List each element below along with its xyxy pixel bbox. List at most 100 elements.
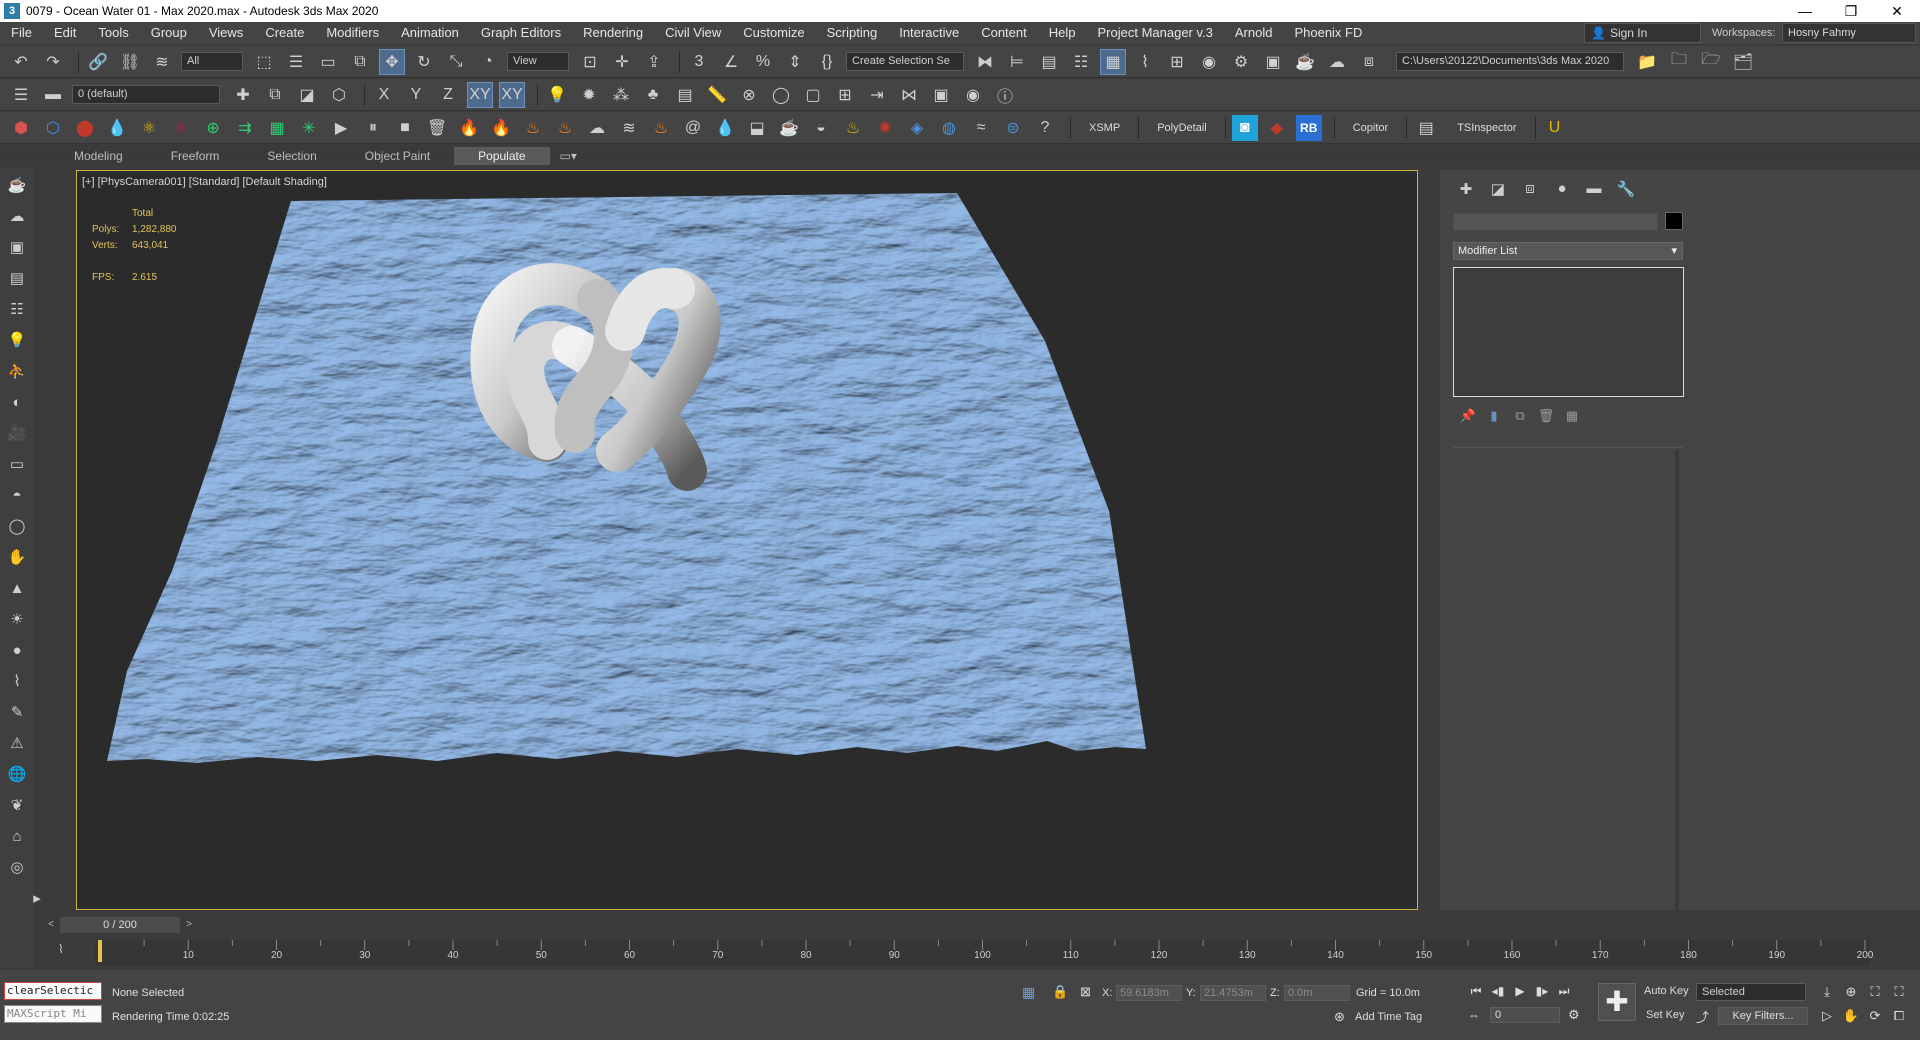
reference-coordinate-dropdown[interactable]: View	[507, 52, 569, 71]
red-splash-icon[interactable]: ✺	[872, 115, 898, 141]
modifier-list-dropdown[interactable]: Modifier List ▾	[1453, 242, 1683, 260]
key-mode-toggle-icon[interactable]: ⇔	[1468, 1008, 1480, 1022]
window-crossing-icon[interactable]: ⧉	[347, 49, 373, 75]
place-icon[interactable]: ◔	[475, 49, 501, 75]
dome-icon[interactable]: ◓	[6, 484, 28, 506]
create-tab-icon[interactable]: ✚	[1450, 180, 1482, 198]
ruler-icon[interactable]: 📏	[704, 82, 730, 108]
unlink-icon[interactable]: ⛓	[117, 49, 143, 75]
time-slider-next-button[interactable]: >	[182, 917, 196, 933]
candle-icon[interactable]: ♨	[840, 115, 866, 141]
tab-selection[interactable]: Selection	[243, 147, 340, 165]
link-icon[interactable]: 🔗	[85, 49, 111, 75]
mesh-icon[interactable]: ⬡	[40, 115, 66, 141]
current-layer-dropdown[interactable]: 0 (default)	[72, 85, 220, 104]
undo-icon[interactable]: ↶	[8, 49, 34, 75]
select-move-icon[interactable]: ✥	[379, 48, 405, 75]
modify-tab-icon[interactable]: ◪	[1482, 180, 1514, 198]
command-panel-scrollbar[interactable]	[1675, 450, 1679, 910]
menu-graph-editors[interactable]: Graph Editors	[470, 22, 572, 44]
flame-right-icon[interactable]: ♨	[552, 115, 578, 141]
stairs-icon[interactable]: ⌇	[6, 670, 28, 692]
orbit-icon[interactable]: ◎	[6, 856, 28, 878]
ring-icon[interactable]: ◯	[768, 82, 794, 108]
play-animation-icon[interactable]: ▶	[1509, 984, 1531, 999]
pivot-center-icon[interactable]: ⊡	[577, 49, 603, 75]
mini-curve-editor-icon[interactable]: ⌇	[58, 942, 64, 956]
smoke-icon[interactable]: ☁	[584, 115, 610, 141]
axis-y-button[interactable]: Y	[403, 82, 429, 108]
material-editor-icon[interactable]: ◉	[1196, 49, 1222, 75]
motion-tab-icon[interactable]: ●	[1546, 180, 1578, 198]
rect-selection-region-icon[interactable]: ▭	[315, 49, 341, 75]
render-setup-icon[interactable]: ⚙	[1228, 49, 1254, 75]
copitor-button[interactable]: Copitor	[1341, 122, 1400, 134]
swirl-icon[interactable]: @	[680, 115, 706, 141]
wind-icon[interactable]: ≋	[616, 115, 642, 141]
project-folder-add-icon[interactable]: 🗀	[1666, 49, 1692, 75]
rotate-view-icon[interactable]: ◐	[6, 391, 28, 413]
menu-interactive[interactable]: Interactive	[888, 22, 970, 44]
image-icon[interactable]: ▣	[6, 236, 28, 258]
select-manipulate-icon[interactable]: ✛	[609, 49, 635, 75]
flame-left-icon[interactable]: ♨	[520, 115, 546, 141]
object-color-swatch[interactable]	[1665, 212, 1683, 230]
maxscript-listener-line[interactable]: clearSelectic	[4, 982, 102, 1000]
absolute-mode-icon[interactable]: ⊠	[1080, 984, 1091, 1000]
tab-modeling[interactable]: Modeling	[50, 147, 147, 165]
fire-icon[interactable]: 🔥	[456, 115, 482, 141]
screen-icon[interactable]: ▢	[800, 82, 826, 108]
cube-plugin-icon[interactable]: ◙	[1231, 114, 1258, 141]
layer-stack-icon[interactable]: ⧉	[262, 82, 288, 108]
project-folder-open-icon[interactable]: 🗁	[1698, 49, 1724, 75]
blue-drop-icon[interactable]: ◍	[936, 115, 962, 141]
sign-in-button[interactable]: 👤 Sign In	[1584, 23, 1701, 43]
helper-icon[interactable]: ⌂	[6, 825, 28, 847]
keyboard-shortcut-override-icon[interactable]: ⇪	[641, 49, 667, 75]
toggle-scene-explorer-icon[interactable]: ▤	[1036, 49, 1062, 75]
layer-explorer-icon[interactable]: ☰	[8, 82, 34, 108]
select-scale-icon[interactable]: ⤡	[443, 49, 469, 75]
named-selection-dropdown[interactable]: Create Selection Se	[846, 52, 964, 71]
a360-gallery-icon[interactable]: ⧈	[1356, 49, 1382, 75]
rb-button[interactable]: RB	[1295, 114, 1322, 141]
menu-tools[interactable]: Tools	[87, 22, 139, 44]
menu-civil-view[interactable]: Civil View	[654, 22, 732, 44]
make-unique-icon[interactable]: ⧉	[1507, 408, 1533, 424]
axis-xy-button[interactable]: XY	[467, 81, 493, 108]
light-bulb-icon[interactable]: 💡	[6, 329, 28, 351]
pan-view-icon[interactable]: ✋	[1839, 1008, 1863, 1024]
render-in-cloud-icon[interactable]: ☁	[1324, 49, 1350, 75]
menu-rendering[interactable]: Rendering	[572, 22, 654, 44]
menu-help[interactable]: Help	[1038, 22, 1087, 44]
sheet-icon[interactable]: ▤	[672, 82, 698, 108]
bulb-icon[interactable]: ⓘ	[992, 82, 1018, 108]
lantern-icon[interactable]: ⊗	[736, 82, 762, 108]
toggle-ribbon-icon[interactable]: ▦	[1100, 48, 1126, 75]
go-to-start-icon[interactable]: ⏮	[1465, 984, 1487, 999]
pour-icon[interactable]: ⬓	[744, 115, 770, 141]
close-button[interactable]: ✕	[1874, 0, 1920, 22]
maximize-button[interactable]: ❐	[1828, 0, 1874, 22]
help-icon[interactable]: ?	[1032, 115, 1058, 141]
percent-snap-icon[interactable]: %	[750, 49, 776, 75]
grid-green-icon[interactable]: ▦	[264, 115, 290, 141]
field-of-view-icon[interactable]: ▷	[1815, 1008, 1839, 1024]
curve-editor-icon[interactable]: ⌇	[1132, 49, 1158, 75]
table-icon[interactable]: ☷	[6, 298, 28, 320]
frame-icon[interactable]: ▣	[928, 82, 954, 108]
ribbon-options-icon[interactable]: ▭▾	[550, 147, 587, 165]
menu-content[interactable]: Content	[970, 22, 1038, 44]
schematic-view-icon[interactable]: ⊞	[1164, 49, 1190, 75]
axis-z-button[interactable]: Z	[435, 82, 461, 108]
network-icon[interactable]: ⋈	[896, 82, 922, 108]
workspace-dropdown[interactable]: Hosny Fahmy	[1782, 23, 1916, 43]
menu-scripting[interactable]: Scripting	[816, 22, 889, 44]
fire-alt-icon[interactable]: 🔥	[488, 115, 514, 141]
burst-icon[interactable]: ✳	[296, 115, 322, 141]
menu-customize[interactable]: Customize	[732, 22, 815, 44]
stop-icon[interactable]: ■	[392, 115, 418, 141]
time-slider-prev-button[interactable]: <	[44, 917, 58, 933]
set-keys-button[interactable]: ✚	[1598, 983, 1636, 1021]
display-tab-icon[interactable]: ▬	[1578, 180, 1610, 198]
